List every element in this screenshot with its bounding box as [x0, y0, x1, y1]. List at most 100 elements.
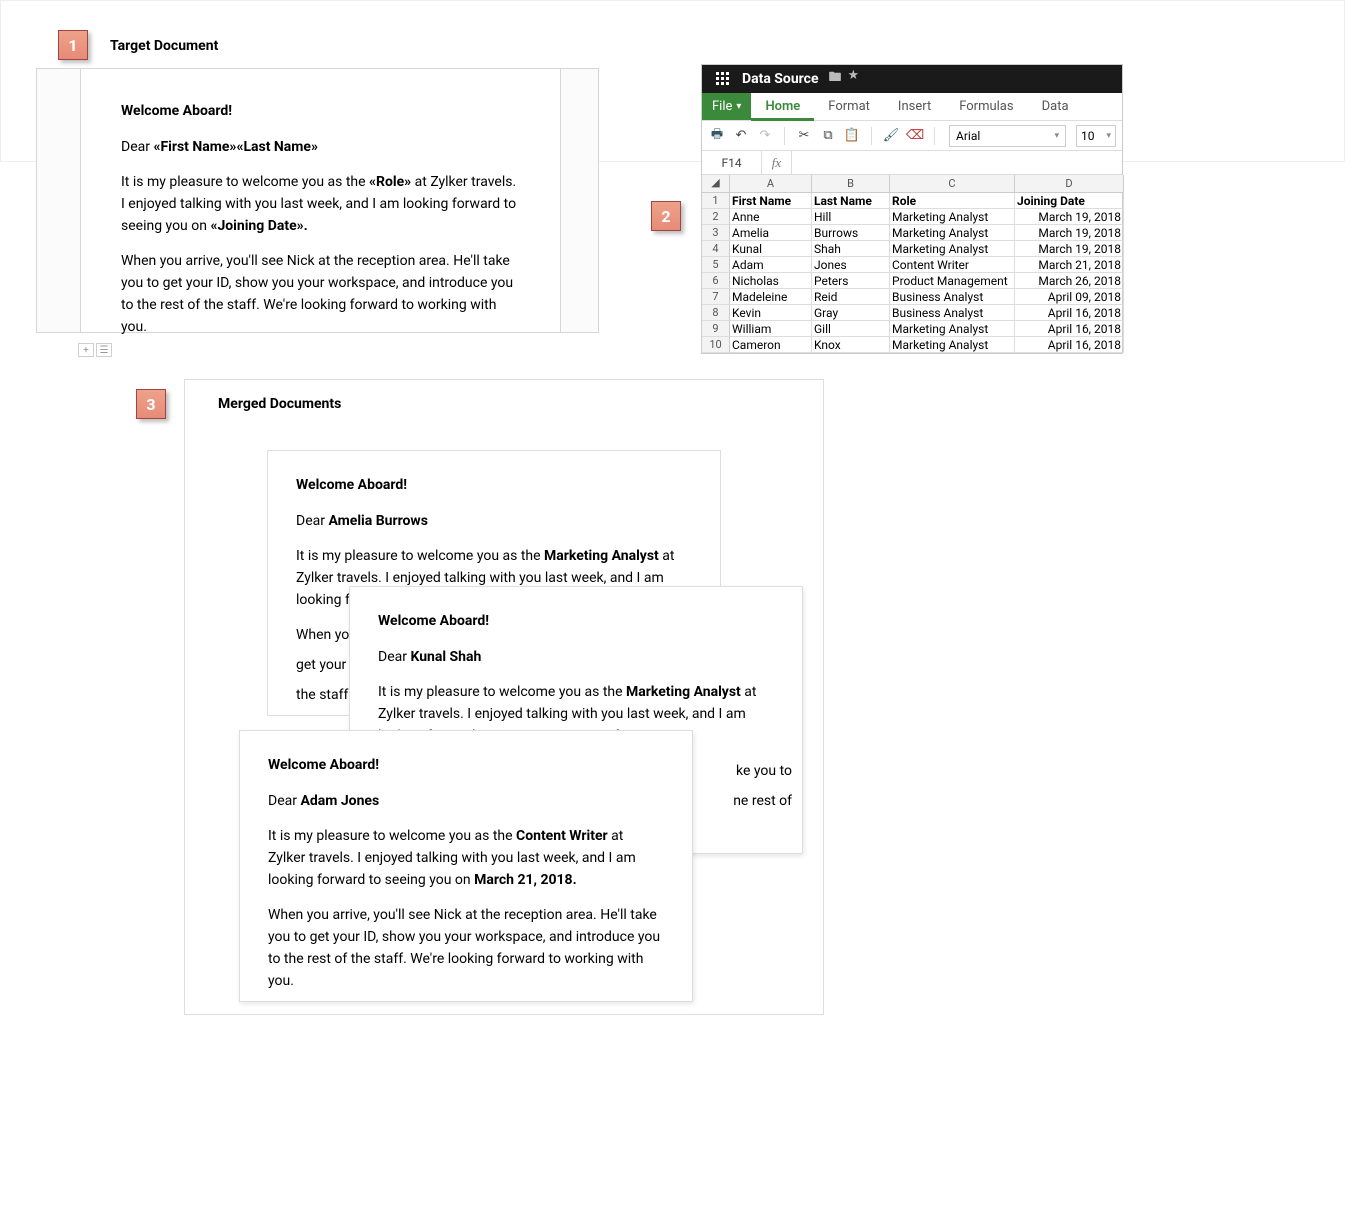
- menu-format[interactable]: Format: [814, 93, 884, 120]
- apps-grid-icon[interactable]: [710, 66, 736, 92]
- cell[interactable]: Hill: [812, 209, 890, 225]
- menu-formulas[interactable]: Formulas: [945, 93, 1027, 120]
- cell[interactable]: Product Management: [890, 273, 1015, 289]
- row-header[interactable]: 3: [702, 225, 730, 241]
- cell[interactable]: First Name: [730, 193, 812, 209]
- row-header[interactable]: 10: [702, 337, 730, 353]
- table-row: AmeliaBurrowsMarketing AnalystMarch 19, …: [730, 225, 1124, 241]
- fx-icon[interactable]: fx: [762, 151, 792, 174]
- merged-documents-label: Merged Documents: [218, 396, 341, 412]
- cell[interactable]: Adam: [730, 257, 812, 273]
- cell[interactable]: Reid: [812, 289, 890, 305]
- cell[interactable]: Burrows: [812, 225, 890, 241]
- doc-ruler-handle-left[interactable]: +: [78, 343, 94, 357]
- copy-icon[interactable]: ⧉: [819, 127, 837, 145]
- cell[interactable]: William: [730, 321, 812, 337]
- font-selector[interactable]: Arial▾: [949, 125, 1066, 147]
- menu-insert[interactable]: Insert: [884, 93, 945, 120]
- cell[interactable]: April 09, 2018: [1015, 289, 1124, 305]
- row-header[interactable]: 1: [702, 193, 730, 209]
- font-size-selector[interactable]: 10▾: [1076, 125, 1116, 147]
- cell[interactable]: Kunal: [730, 241, 812, 257]
- file-menu-button[interactable]: File▾: [702, 93, 751, 120]
- step-number: 3: [146, 395, 155, 414]
- cell[interactable]: Cameron: [730, 337, 812, 353]
- cell[interactable]: April 16, 2018: [1015, 337, 1124, 353]
- cell[interactable]: Marketing Analyst: [890, 209, 1015, 225]
- cell[interactable]: March 19, 2018: [1015, 209, 1124, 225]
- col-header[interactable]: B: [812, 175, 890, 193]
- doc-paragraph-1: It is my pleasure to welcome you as the …: [121, 172, 520, 237]
- cell[interactable]: Madeleine: [730, 289, 812, 305]
- cell[interactable]: Last Name: [812, 193, 890, 209]
- row-header[interactable]: 2: [702, 209, 730, 225]
- cell[interactable]: Marketing Analyst: [890, 321, 1015, 337]
- row-header[interactable]: 8: [702, 305, 730, 321]
- row-header[interactable]: 6: [702, 273, 730, 289]
- row-header[interactable]: 9: [702, 321, 730, 337]
- star-icon[interactable]: ★: [848, 68, 860, 90]
- cell[interactable]: Content Writer: [890, 257, 1015, 273]
- step-number: 2: [661, 207, 670, 226]
- cell[interactable]: Amelia: [730, 225, 812, 241]
- clear-format-icon[interactable]: ⌫: [906, 127, 924, 145]
- merged-name: Amelia Burrows: [328, 513, 427, 529]
- card-heading: Welcome Aboard!: [378, 611, 774, 633]
- paste-icon[interactable]: 📋: [843, 127, 861, 145]
- cell[interactable]: Shah: [812, 241, 890, 257]
- merged-name: Kunal Shah: [410, 649, 481, 665]
- menu-data[interactable]: Data: [1028, 93, 1083, 120]
- folder-icon[interactable]: 🖿: [829, 68, 842, 90]
- cell[interactable]: March 26, 2018: [1015, 273, 1124, 289]
- cell[interactable]: March 19, 2018: [1015, 241, 1124, 257]
- cell[interactable]: Marketing Analyst: [890, 337, 1015, 353]
- spreadsheet-toolbar: 🖶 ↶ ↷ ✂ ⧉ 📋 🖌 ⌫ Arial▾ 10▾: [702, 121, 1122, 151]
- row-header[interactable]: 4: [702, 241, 730, 257]
- cell[interactable]: Joining Date: [1015, 193, 1124, 209]
- spreadsheet-title: Data Source: [742, 71, 819, 87]
- row-header[interactable]: 7: [702, 289, 730, 305]
- cell[interactable]: Marketing Analyst: [890, 241, 1015, 257]
- merged-card-3: Welcome Aboard! Dear Adam Jones It is my…: [239, 730, 693, 1002]
- merged-date: March 21, 2018.: [474, 872, 577, 888]
- merge-field-joindate: «Joining Date».: [210, 218, 307, 234]
- doc-ruler-handle-right[interactable]: ☰: [96, 343, 112, 357]
- menu-home[interactable]: Home: [751, 93, 814, 120]
- cell[interactable]: Nicholas: [730, 273, 812, 289]
- print-icon[interactable]: 🖶: [708, 127, 726, 145]
- cell[interactable]: Peters: [812, 273, 890, 289]
- select-all-corner[interactable]: ◢: [702, 175, 730, 193]
- cell[interactable]: Marketing Analyst: [890, 225, 1015, 241]
- cell-reference[interactable]: F14: [702, 151, 762, 174]
- cut-icon[interactable]: ✂: [795, 127, 813, 145]
- card-heading: Welcome Aboard!: [296, 475, 692, 497]
- merged-role: Content Writer: [516, 828, 608, 844]
- cell[interactable]: Business Analyst: [890, 289, 1015, 305]
- cell[interactable]: April 16, 2018: [1015, 321, 1124, 337]
- cell[interactable]: April 16, 2018: [1015, 305, 1124, 321]
- cell[interactable]: Role: [890, 193, 1015, 209]
- table-row: WilliamGillMarketing AnalystApril 16, 20…: [730, 321, 1124, 337]
- cell[interactable]: Kevin: [730, 305, 812, 321]
- cell[interactable]: Knox: [812, 337, 890, 353]
- cell[interactable]: March 21, 2018: [1015, 257, 1124, 273]
- cell[interactable]: Gray: [812, 305, 890, 321]
- cell[interactable]: Business Analyst: [890, 305, 1015, 321]
- cell[interactable]: March 19, 2018: [1015, 225, 1124, 241]
- table-row: AdamJonesContent WriterMarch 21, 2018: [730, 257, 1124, 273]
- cell[interactable]: Jones: [812, 257, 890, 273]
- spreadsheet-grid[interactable]: ◢ 1 2 3 4 5 6 7 8 9 10 A B C D First Nam: [702, 175, 1122, 353]
- target-document-page: Welcome Aboard! Dear «First Name»«Last N…: [80, 69, 561, 332]
- redo-icon[interactable]: ↷: [756, 127, 774, 145]
- merged-documents-frame: Merged Documents Welcome Aboard! Dear Am…: [184, 379, 824, 1015]
- cell[interactable]: Gill: [812, 321, 890, 337]
- undo-icon[interactable]: ↶: [732, 127, 750, 145]
- formula-input[interactable]: [792, 151, 1122, 174]
- formula-bar: F14 fx: [702, 151, 1122, 175]
- row-header[interactable]: 5: [702, 257, 730, 273]
- cell[interactable]: Anne: [730, 209, 812, 225]
- col-header[interactable]: D: [1015, 175, 1124, 193]
- col-header[interactable]: C: [890, 175, 1015, 193]
- col-header[interactable]: A: [730, 175, 812, 193]
- format-painter-icon[interactable]: 🖌: [882, 127, 900, 145]
